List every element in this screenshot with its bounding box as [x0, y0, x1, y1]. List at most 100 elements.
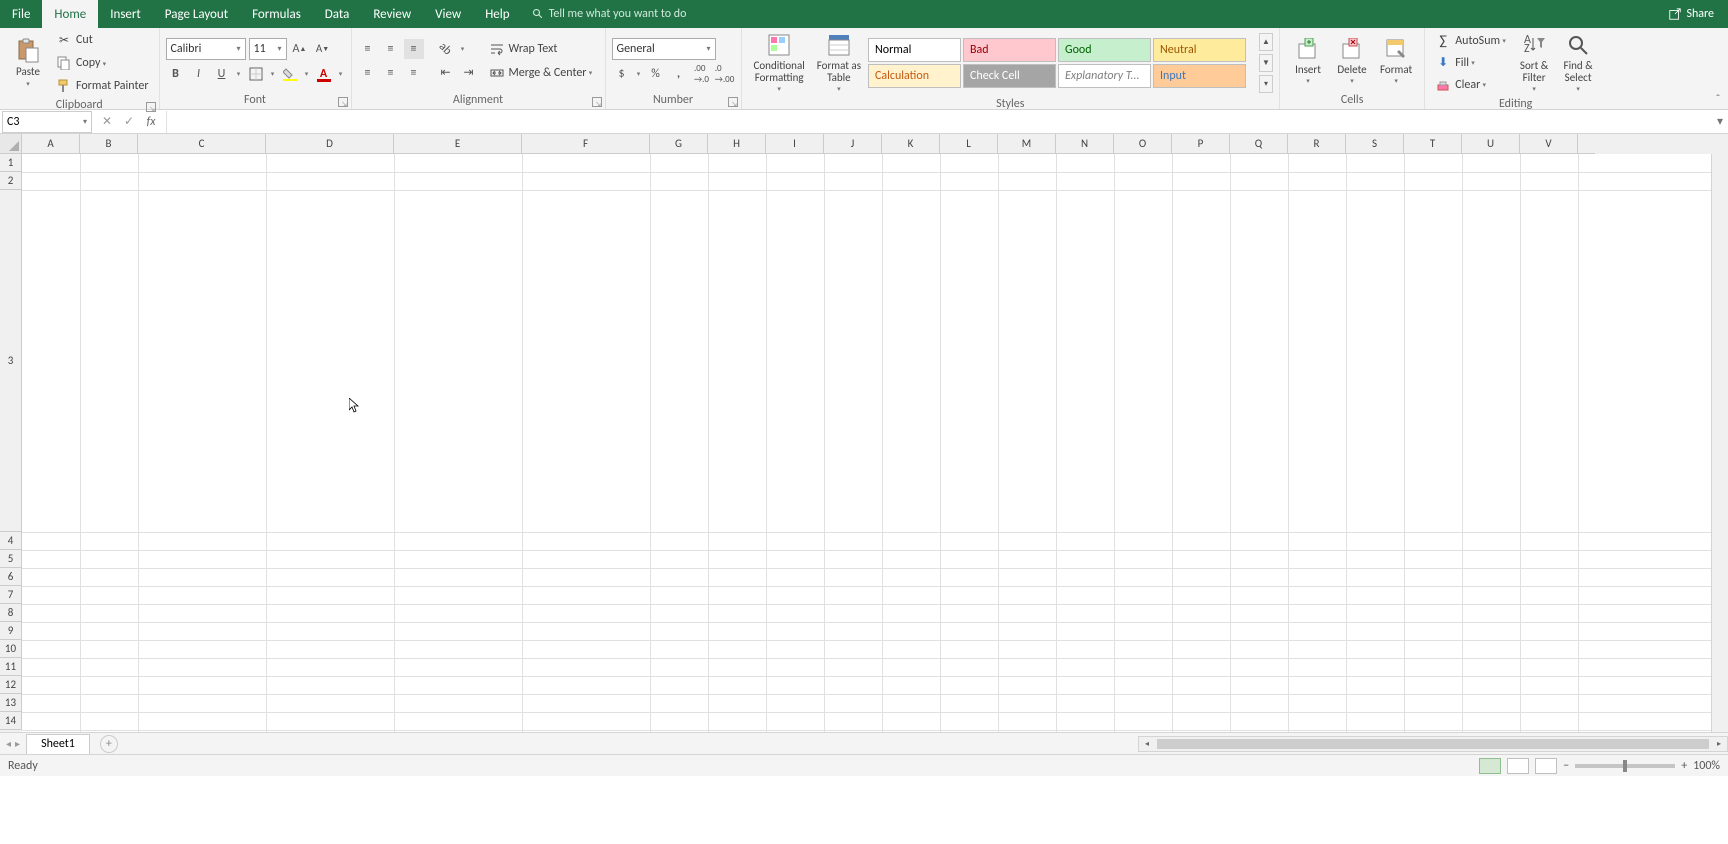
increase-indent-button[interactable]: ⇥: [459, 63, 479, 83]
page-break-view-button[interactable]: [1535, 758, 1557, 774]
align-left-button[interactable]: ≡: [358, 63, 378, 83]
conditional-formatting-button[interactable]: Conditional Formatting: [748, 30, 811, 95]
cell-styles-gallery[interactable]: NormalBadGoodNeutralCalculationCheck Cel…: [867, 37, 1257, 89]
styles-more-button[interactable]: ▾: [1259, 75, 1273, 93]
column-header[interactable]: N: [1056, 134, 1114, 154]
horizontal-scrollbar[interactable]: ◂▸: [1138, 736, 1728, 752]
cell-style-input[interactable]: Input: [1153, 64, 1246, 88]
cut-button[interactable]: ✂Cut: [52, 30, 153, 50]
column-header[interactable]: E: [394, 134, 522, 154]
column-header[interactable]: U: [1462, 134, 1520, 154]
tab-data[interactable]: Data: [313, 0, 362, 28]
new-sheet-button[interactable]: +: [100, 735, 118, 753]
borders-button[interactable]: [246, 64, 266, 84]
styles-scroll-up[interactable]: ▲: [1259, 33, 1273, 51]
row-header[interactable]: 5: [0, 550, 22, 568]
font-size-combo[interactable]: 11: [249, 38, 287, 60]
merge-center-button[interactable]: Merge & Center: [485, 63, 599, 83]
cell-style-calculation[interactable]: Calculation: [868, 64, 961, 88]
column-header[interactable]: B: [80, 134, 138, 154]
styles-scroll-down[interactable]: ▼: [1259, 54, 1273, 72]
format-cells-button[interactable]: Format: [1374, 34, 1418, 87]
paste-button[interactable]: Paste: [6, 36, 50, 89]
tab-home[interactable]: Home: [42, 0, 98, 28]
zoom-in-button[interactable]: +: [1681, 759, 1687, 773]
column-header[interactable]: I: [766, 134, 824, 154]
underline-button[interactable]: U: [212, 64, 232, 84]
column-header[interactable]: M: [998, 134, 1056, 154]
column-header[interactable]: R: [1288, 134, 1346, 154]
clipboard-dialog-launcher[interactable]: [146, 102, 156, 112]
cell-style-neutral[interactable]: Neutral: [1153, 38, 1246, 62]
find-select-button[interactable]: Find & Select: [1556, 30, 1600, 95]
row-header[interactable]: 4: [0, 532, 22, 550]
column-header[interactable]: H: [708, 134, 766, 154]
tab-page-layout[interactable]: Page Layout: [153, 0, 240, 28]
delete-cells-button[interactable]: Delete: [1330, 34, 1374, 87]
orientation-button[interactable]: ab: [436, 39, 456, 59]
column-header[interactable]: D: [266, 134, 394, 154]
tab-file[interactable]: File: [0, 0, 42, 28]
insert-cells-button[interactable]: Insert: [1286, 34, 1330, 87]
zoom-level[interactable]: 100%: [1693, 759, 1720, 773]
expand-formula-bar-button[interactable]: ▾: [1712, 114, 1728, 129]
collapse-ribbon-button[interactable]: ˆ: [1708, 28, 1728, 109]
column-header[interactable]: L: [940, 134, 998, 154]
row-header[interactable]: 7: [0, 586, 22, 604]
cell-style-good[interactable]: Good: [1058, 38, 1151, 62]
number-format-combo[interactable]: General: [612, 38, 716, 60]
format-as-table-button[interactable]: Format as Table: [811, 30, 867, 95]
copy-button[interactable]: Copy: [52, 53, 153, 73]
column-header[interactable]: S: [1346, 134, 1404, 154]
column-header[interactable]: G: [650, 134, 708, 154]
increase-decimal-button[interactable]: .00→.0: [692, 64, 712, 84]
alignment-dialog-launcher[interactable]: [592, 97, 602, 107]
select-all-button[interactable]: [0, 134, 22, 154]
fill-color-button[interactable]: [280, 64, 300, 84]
tab-formulas[interactable]: Formulas: [240, 0, 313, 28]
cancel-formula-button[interactable]: ✕: [96, 114, 118, 129]
percent-button[interactable]: %: [646, 64, 666, 84]
align-middle-button[interactable]: ≡: [381, 39, 401, 59]
tab-view[interactable]: View: [423, 0, 473, 28]
decrease-font-button[interactable]: A▼: [313, 39, 333, 59]
align-top-button[interactable]: ≡: [358, 39, 378, 59]
column-header[interactable]: J: [824, 134, 882, 154]
clear-button[interactable]: Clear: [1431, 75, 1512, 95]
row-header[interactable]: 13: [0, 694, 22, 712]
font-color-button[interactable]: A: [314, 64, 334, 84]
accounting-format-button[interactable]: $: [612, 64, 632, 84]
fill-button[interactable]: ⬇Fill: [1431, 53, 1512, 73]
italic-button[interactable]: I: [189, 64, 209, 84]
cells-area[interactable]: [22, 154, 1711, 732]
row-header[interactable]: 11: [0, 658, 22, 676]
insert-function-button[interactable]: fx: [140, 115, 162, 129]
sheet-nav-prev[interactable]: ▸: [15, 737, 20, 750]
column-header[interactable]: O: [1114, 134, 1172, 154]
align-center-button[interactable]: ≡: [381, 63, 401, 83]
column-header[interactable]: T: [1404, 134, 1462, 154]
column-header[interactable]: A: [22, 134, 80, 154]
row-header[interactable]: 10: [0, 640, 22, 658]
font-name-combo[interactable]: Calibri: [166, 38, 246, 60]
zoom-out-button[interactable]: −: [1563, 759, 1569, 773]
comma-button[interactable]: ,: [669, 64, 689, 84]
decrease-indent-button[interactable]: ⇤: [436, 63, 456, 83]
align-bottom-button[interactable]: ≡: [404, 39, 424, 59]
row-header[interactable]: 8: [0, 604, 22, 622]
row-header[interactable]: 12: [0, 676, 22, 694]
bold-button[interactable]: B: [166, 64, 186, 84]
row-header[interactable]: 14: [0, 712, 22, 730]
zoom-slider[interactable]: [1575, 764, 1675, 768]
autosum-button[interactable]: ∑AutoSum: [1431, 31, 1512, 51]
column-header[interactable]: K: [882, 134, 940, 154]
column-header[interactable]: F: [522, 134, 650, 154]
row-header[interactable]: 6: [0, 568, 22, 586]
column-header[interactable]: C: [138, 134, 266, 154]
tab-insert[interactable]: Insert: [98, 0, 153, 28]
align-right-button[interactable]: ≡: [404, 63, 424, 83]
tab-review[interactable]: Review: [361, 0, 423, 28]
sheet-tab[interactable]: Sheet1: [26, 734, 90, 754]
sheet-nav-first[interactable]: ◂: [6, 737, 11, 750]
cell-style-bad[interactable]: Bad: [963, 38, 1056, 62]
